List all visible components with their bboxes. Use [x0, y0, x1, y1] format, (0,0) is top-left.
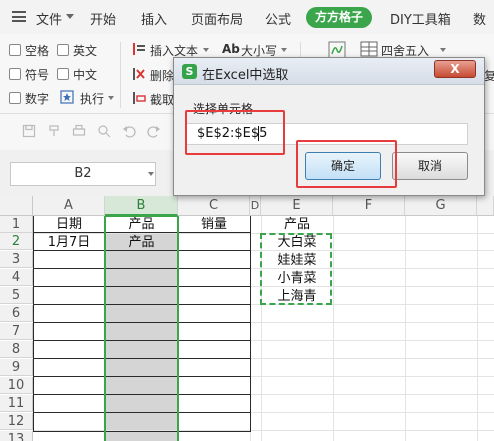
dialog-title: 在Excel中选取: [202, 68, 289, 83]
chevron-down-icon[interactable]: [440, 48, 446, 52]
grid-line: [333, 216, 334, 441]
print-preview-icon[interactable]: [97, 124, 111, 138]
column-header-b[interactable]: B: [105, 196, 178, 216]
menu-formulas[interactable]: 公式: [265, 9, 291, 28]
delete-button[interactable]: 删除: [150, 67, 174, 84]
dialog-title-bar[interactable]: S 在Excel中选取 X: [174, 58, 484, 85]
column-header-g[interactable]: G: [405, 196, 477, 216]
menu-diy-toolbox[interactable]: DIY工具箱: [390, 9, 451, 28]
chevron-down-icon[interactable]: [203, 48, 209, 52]
redo-icon[interactable]: [147, 124, 161, 138]
menu-page-layout[interactable]: 页面布局: [191, 9, 243, 28]
cell-c1[interactable]: 销量: [178, 216, 250, 233]
cut-button[interactable]: 截取: [150, 91, 174, 108]
cell-a1[interactable]: 日期: [33, 216, 105, 233]
menu-file[interactable]: 文件: [36, 9, 62, 28]
row-header-1[interactable]: 1: [0, 216, 33, 233]
chevron-down-icon[interactable]: [108, 96, 114, 100]
column-header-e[interactable]: E: [261, 196, 333, 216]
column-header-a[interactable]: A: [33, 196, 105, 216]
row-header-4[interactable]: 4: [0, 269, 33, 286]
print-icon[interactable]: [72, 124, 86, 138]
row-header-6[interactable]: 6: [0, 305, 33, 322]
case-icon[interactable]: Ab: [222, 42, 240, 56]
checkbox-symbol[interactable]: [9, 68, 21, 80]
input-highlight-box: [185, 110, 285, 155]
execute-button[interactable]: 执行: [80, 90, 104, 107]
hamburger-icon[interactable]: [12, 11, 26, 22]
ribbon-overflow-text: 复: [484, 69, 494, 83]
menu-home[interactable]: 开始: [90, 9, 116, 28]
cell-e1[interactable]: 产品: [261, 216, 333, 233]
column-header-c[interactable]: C: [178, 196, 250, 216]
chevron-down-icon[interactable]: [148, 172, 154, 176]
checkbox-english[interactable]: [57, 44, 69, 56]
cut-icon[interactable]: [131, 90, 147, 106]
row-header-10[interactable]: 10: [0, 377, 33, 394]
checkbox-chinese-label: 中文: [73, 68, 98, 82]
menu-data[interactable]: 数: [473, 9, 486, 28]
format-painter-icon[interactable]: [47, 124, 61, 138]
ribbon-divider: [120, 42, 121, 108]
column-header-h[interactable]: [477, 196, 494, 216]
menu-insert[interactable]: 插入: [141, 9, 167, 28]
row-header-11[interactable]: 11: [0, 395, 33, 412]
checkbox-space[interactable]: [9, 44, 21, 56]
select-all-corner[interactable]: [0, 196, 33, 216]
delete-icon[interactable]: [131, 66, 147, 82]
checkbox-symbol-label: 符号: [25, 68, 50, 82]
row-header-5[interactable]: 5: [0, 287, 33, 304]
execute-icon[interactable]: [60, 90, 74, 104]
row-header-13[interactable]: 13: [0, 431, 33, 441]
checkbox-chinese[interactable]: [57, 68, 69, 80]
column-header-f[interactable]: F: [333, 196, 405, 216]
round-icon[interactable]: [360, 41, 378, 57]
chevron-down-icon[interactable]: [281, 48, 287, 52]
table-border: [250, 216, 251, 432]
ok-highlight-box: [296, 140, 397, 188]
checkbox-number-label: 数字: [25, 92, 50, 106]
checkbox-english-label: 英文: [73, 44, 98, 58]
wps-logo-icon: S: [182, 64, 197, 79]
menu-bar: 文件 开始 插入 页面布局 公式 方方格子 DIY工具箱 数: [0, 0, 494, 34]
cell-a2[interactable]: 1月7日: [33, 234, 105, 251]
save-icon[interactable]: [22, 124, 36, 138]
column-header-d[interactable]: D: [250, 196, 261, 216]
row-header-12[interactable]: 12: [0, 413, 33, 430]
checkbox-space-label: 空格: [25, 44, 50, 58]
row-header-7[interactable]: 7: [0, 323, 33, 340]
cell-b2[interactable]: 产品: [105, 234, 178, 251]
row-header-2[interactable]: 2: [0, 233, 33, 250]
close-button[interactable]: X: [434, 60, 476, 78]
grid-line: [477, 216, 478, 441]
cancel-button[interactable]: 取消: [392, 152, 468, 180]
row-header-3[interactable]: 3: [0, 251, 33, 268]
copy-range-marquee: [260, 233, 332, 305]
row-header-8[interactable]: 8: [0, 341, 33, 358]
chevron-down-icon[interactable]: [66, 14, 74, 19]
menu-fangfang[interactable]: 方方格子: [306, 7, 372, 28]
row-header-9[interactable]: 9: [0, 359, 33, 376]
checkbox-number[interactable]: [9, 92, 21, 104]
undo-icon[interactable]: [122, 124, 136, 138]
insert-text-icon[interactable]: [131, 41, 147, 57]
cell-b1[interactable]: 产品: [105, 216, 178, 233]
name-box[interactable]: B2: [10, 162, 156, 186]
grid-line: [405, 216, 406, 441]
